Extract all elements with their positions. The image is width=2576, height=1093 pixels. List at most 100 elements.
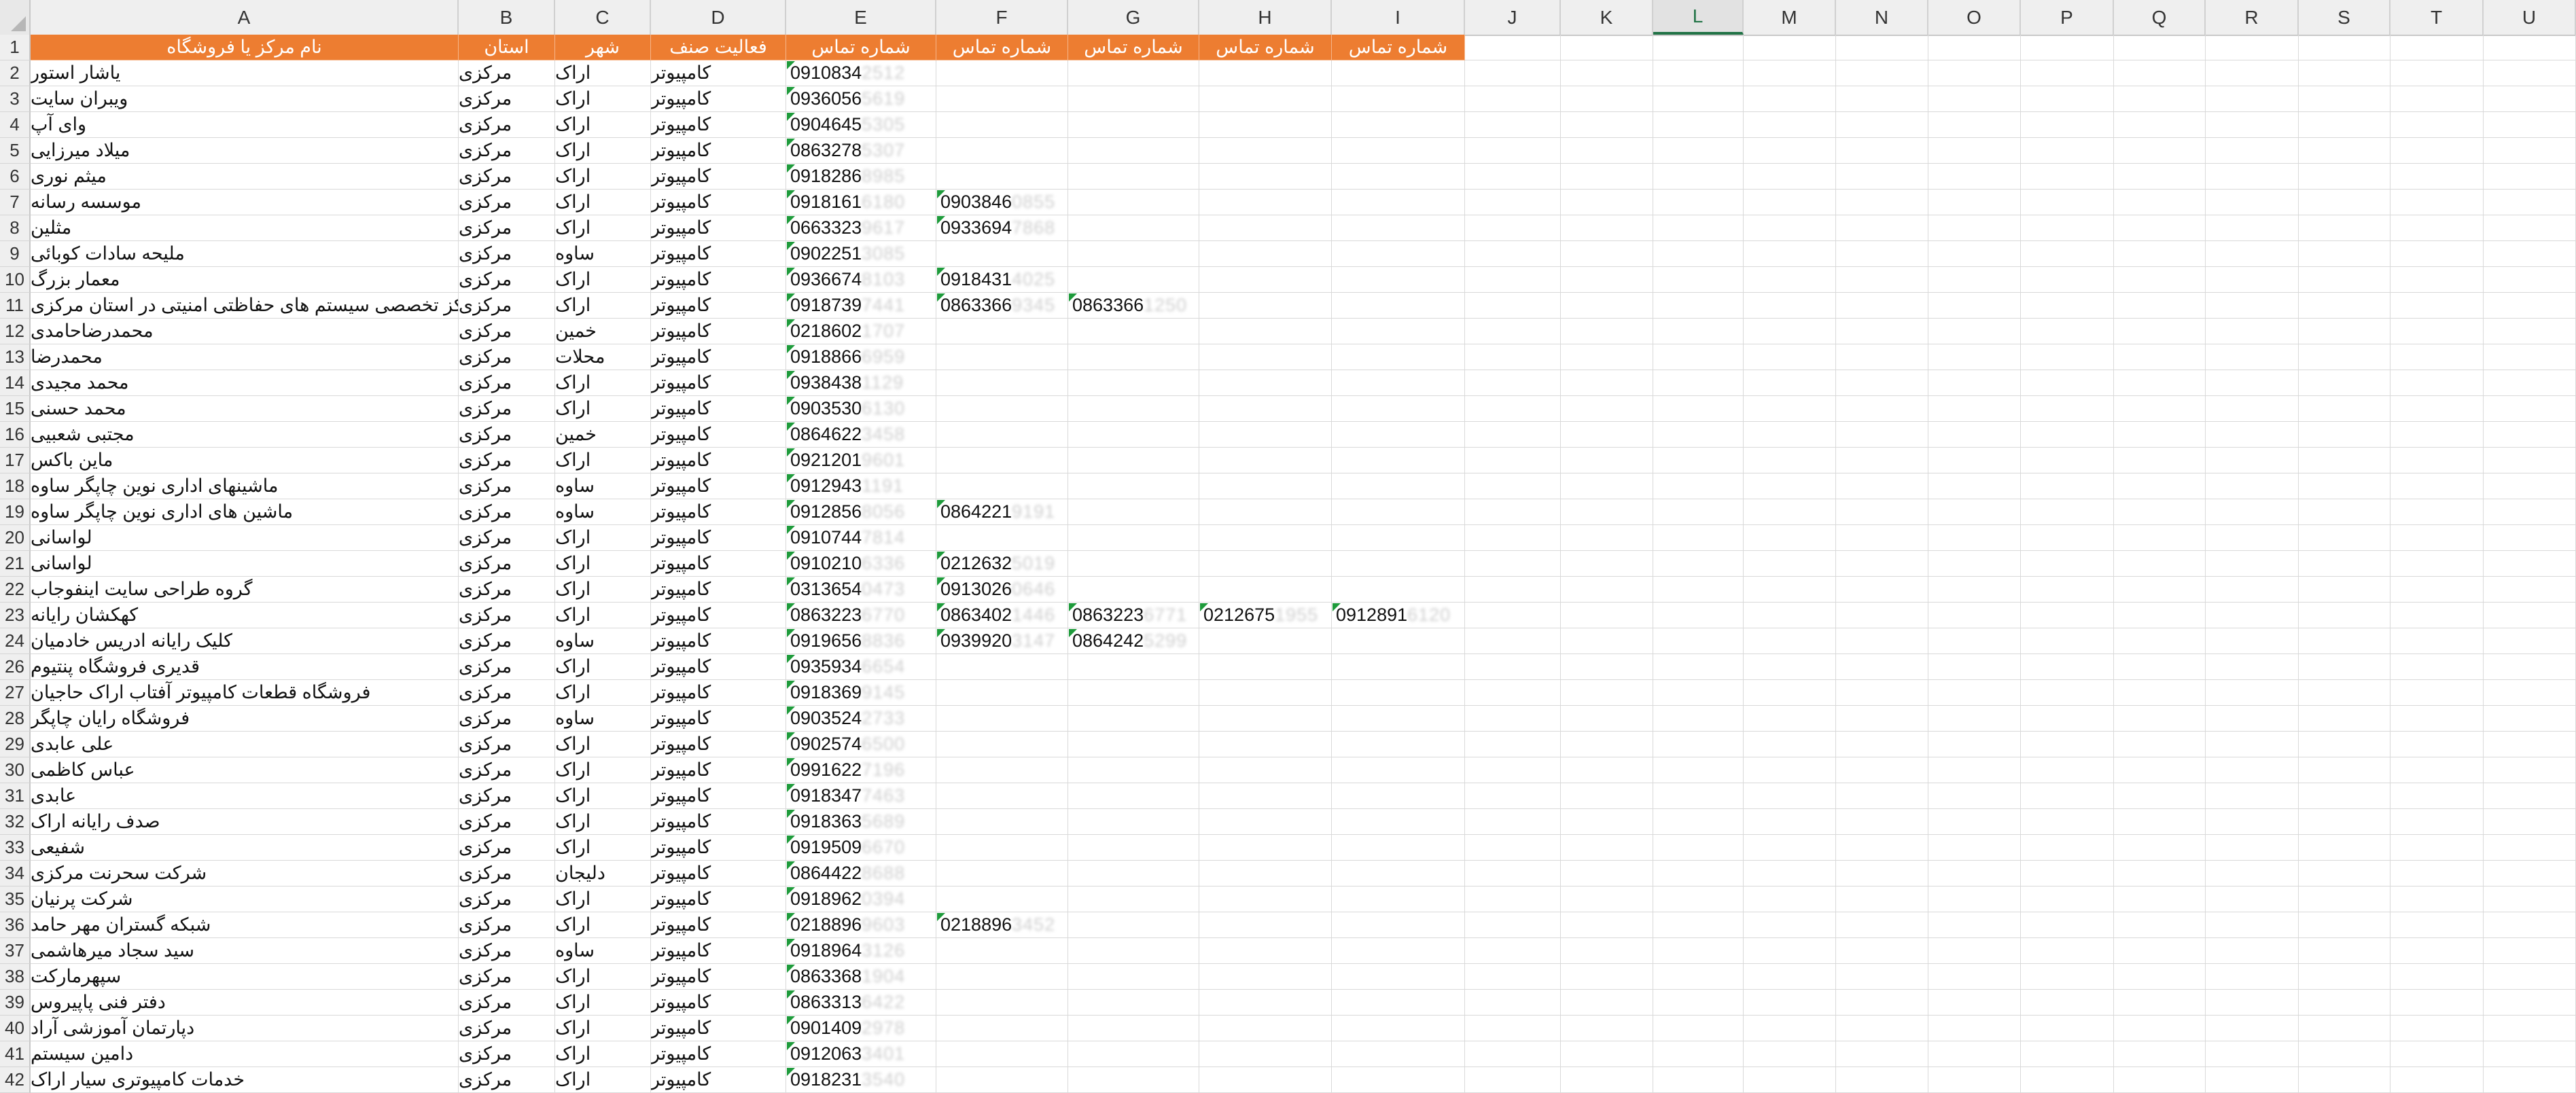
grid-cell[interactable]: [1465, 628, 1561, 654]
grid-cell[interactable]: [1836, 628, 1928, 654]
phone-cell[interactable]: 0218896 3452: [936, 912, 1068, 938]
grid-cell[interactable]: [1465, 138, 1561, 164]
grid-cell[interactable]: [1068, 577, 1199, 603]
grid-cell[interactable]: [2114, 215, 2206, 241]
phone-cell[interactable]: 0938438 1129: [786, 370, 936, 396]
grid-cell[interactable]: [1928, 551, 2021, 577]
store-name-cell[interactable]: مثلین: [31, 215, 459, 241]
grid-cell[interactable]: [1561, 86, 1653, 112]
grid-cell[interactable]: [2206, 473, 2299, 499]
grid-cell[interactable]: [1744, 654, 1836, 680]
grid-cell[interactable]: [2299, 448, 2390, 473]
grid-cell[interactable]: [2299, 861, 2390, 886]
row-header-12[interactable]: 12: [0, 319, 31, 344]
grid-cell[interactable]: [2484, 654, 2576, 680]
grid-cell[interactable]: [1332, 628, 1465, 654]
phone-cell[interactable]: 0863278 5307: [786, 138, 936, 164]
grid-cell[interactable]: [1332, 164, 1465, 190]
grid-cell[interactable]: [1836, 1067, 1928, 1093]
province-cell[interactable]: مرکزی: [459, 680, 555, 706]
grid-cell[interactable]: [936, 473, 1068, 499]
grid-cell[interactable]: [1199, 422, 1332, 448]
grid-cell[interactable]: [1068, 783, 1199, 809]
grid-cell[interactable]: [1465, 422, 1561, 448]
row-header-6[interactable]: 6: [0, 164, 31, 190]
grid-cell[interactable]: [1561, 473, 1653, 499]
grid-cell[interactable]: [936, 164, 1068, 190]
grid-cell[interactable]: [936, 654, 1068, 680]
grid-cell[interactable]: [2299, 525, 2390, 551]
phone-cell[interactable]: 0864242 5299: [1068, 628, 1199, 654]
city-cell[interactable]: اراک: [555, 112, 651, 138]
city-cell[interactable]: اراک: [555, 577, 651, 603]
grid-cell[interactable]: [1332, 577, 1465, 603]
grid-cell[interactable]: [936, 938, 1068, 964]
grid-cell[interactable]: [2484, 577, 2576, 603]
grid-cell[interactable]: [1199, 551, 1332, 577]
grid-cell[interactable]: [1561, 964, 1653, 990]
city-cell[interactable]: اراک: [555, 215, 651, 241]
grid-cell[interactable]: [1068, 473, 1199, 499]
city-cell[interactable]: اراک: [555, 551, 651, 577]
grid-cell[interactable]: [2206, 680, 2299, 706]
grid-cell[interactable]: [1068, 344, 1199, 370]
grid-cell[interactable]: [2021, 680, 2114, 706]
grid-cell[interactable]: [1561, 164, 1653, 190]
grid-cell[interactable]: [1332, 706, 1465, 732]
grid-cell[interactable]: [2021, 60, 2114, 86]
grid-cell[interactable]: [1068, 267, 1199, 293]
grid-cell[interactable]: [1836, 396, 1928, 422]
grid-cell[interactable]: [2021, 1067, 2114, 1093]
grid-cell[interactable]: [1653, 783, 1744, 809]
activity-cell[interactable]: کامپیوتر: [651, 112, 786, 138]
grid-cell[interactable]: [1199, 886, 1332, 912]
city-cell[interactable]: اراک: [555, 370, 651, 396]
province-cell[interactable]: مرکزی: [459, 473, 555, 499]
column-header-m[interactable]: M: [1744, 0, 1836, 35]
grid-cell[interactable]: [1199, 448, 1332, 473]
grid-cell[interactable]: [1744, 525, 1836, 551]
grid-cell[interactable]: [2021, 525, 2114, 551]
grid-cell[interactable]: [2390, 861, 2484, 886]
grid-cell[interactable]: [2484, 732, 2576, 757]
grid-cell[interactable]: [2390, 577, 2484, 603]
grid-cell[interactable]: [2299, 886, 2390, 912]
grid-cell[interactable]: [1465, 396, 1561, 422]
row-header-24[interactable]: 24: [0, 628, 31, 654]
province-cell[interactable]: مرکزی: [459, 344, 555, 370]
province-cell[interactable]: مرکزی: [459, 603, 555, 628]
grid-cell[interactable]: [1199, 499, 1332, 525]
province-cell[interactable]: مرکزی: [459, 1016, 555, 1041]
grid-cell[interactable]: [2021, 190, 2114, 215]
grid-cell[interactable]: [1744, 990, 1836, 1016]
grid-cell[interactable]: [1199, 190, 1332, 215]
grid-cell[interactable]: [2484, 473, 2576, 499]
grid-cell[interactable]: [1836, 938, 1928, 964]
phone-cell[interactable]: 0918964 3126: [786, 938, 936, 964]
grid-cell[interactable]: [2206, 344, 2299, 370]
grid-cell[interactable]: [1928, 577, 2021, 603]
grid-cell[interactable]: [1653, 938, 1744, 964]
header-cell-g[interactable]: شماره تماس: [1068, 35, 1199, 60]
grid-cell[interactable]: [2206, 1016, 2299, 1041]
grid-cell[interactable]: [2114, 783, 2206, 809]
row-header-4[interactable]: 4: [0, 112, 31, 138]
grid-cell[interactable]: [1836, 190, 1928, 215]
grid-cell[interactable]: [1836, 1016, 1928, 1041]
province-cell[interactable]: مرکزی: [459, 319, 555, 344]
grid-cell[interactable]: [1836, 164, 1928, 190]
grid-cell[interactable]: [2114, 241, 2206, 267]
grid-cell[interactable]: [1561, 241, 1653, 267]
grid-cell[interactable]: [1199, 164, 1332, 190]
grid-cell[interactable]: [2390, 551, 2484, 577]
phone-cell[interactable]: 0313654 0473: [786, 577, 936, 603]
grid-cell[interactable]: [1653, 1067, 1744, 1093]
grid-cell[interactable]: [2021, 422, 2114, 448]
store-name-cell[interactable]: قدیری فروشگاه پنتیوم: [31, 654, 459, 680]
province-cell[interactable]: مرکزی: [459, 499, 555, 525]
grid-cell[interactable]: [1744, 861, 1836, 886]
grid-cell[interactable]: [1465, 1041, 1561, 1067]
activity-cell[interactable]: کامپیوتر: [651, 783, 786, 809]
grid-cell[interactable]: [1068, 499, 1199, 525]
activity-cell[interactable]: کامپیوتر: [651, 60, 786, 86]
